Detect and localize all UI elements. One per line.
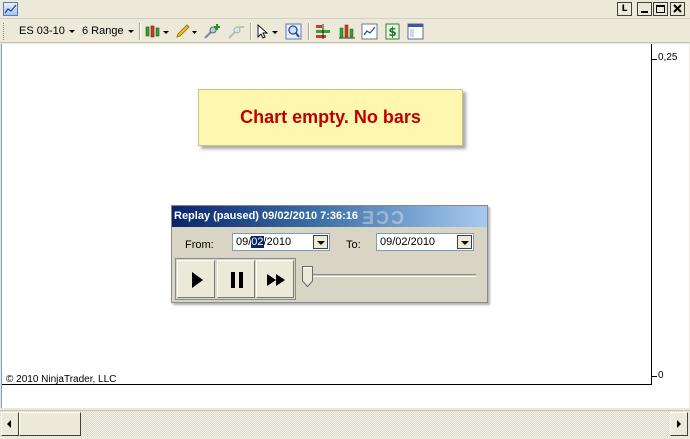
scroll-left-button[interactable] <box>1 412 19 436</box>
replay-title-bar[interactable]: Replay (paused) 09/02/2010 7:36:16 ƎϽϽ <box>172 206 487 227</box>
to-date-value: 09/02/2010 <box>380 236 436 248</box>
to-label: To: <box>346 239 361 251</box>
cursor-button[interactable] <box>255 23 281 40</box>
data-box-icon <box>361 23 378 40</box>
pause-button[interactable] <box>217 260 255 298</box>
add-indicator-button[interactable] <box>203 23 221 40</box>
minimize-icon <box>641 11 648 13</box>
properties-button[interactable] <box>407 23 425 40</box>
scrollbar-thumb[interactable] <box>19 412 81 436</box>
zoom-button[interactable] <box>285 23 303 40</box>
toolbar-separator <box>308 23 310 40</box>
chart-style-icon <box>145 25 169 38</box>
from-date-year: /2010 <box>263 236 292 248</box>
layout-button[interactable]: L <box>617 2 632 16</box>
y-axis-label-bottom: 0 <box>658 370 664 381</box>
chart-empty-message: Chart empty. No bars <box>198 89 463 146</box>
bars-icon <box>339 24 355 39</box>
replay-dialog: Replay (paused) 09/02/2010 7:36:16 ƎϽϽ F… <box>171 205 488 303</box>
copyright-text: © 2010 NinjaTrader, LLC <box>6 374 117 385</box>
from-date-selected-segment: 02 <box>251 236 264 248</box>
drawing-tool-button[interactable] <box>174 23 198 40</box>
horizontal-scrollbar[interactable] <box>0 410 690 437</box>
data-box-button[interactable] <box>361 23 379 40</box>
from-label: From: <box>185 239 214 251</box>
properties-icon <box>407 23 424 40</box>
dollar-button[interactable]: $ <box>384 23 402 40</box>
app-chart-icon <box>3 2 18 16</box>
pause-icon <box>231 272 243 288</box>
maximize-icon <box>656 5 665 13</box>
y-axis-label-top: 0,25 <box>658 52 678 63</box>
fast-forward-icon <box>267 274 285 286</box>
drawing-tool-icon <box>176 24 197 38</box>
bars-button[interactable] <box>338 23 356 40</box>
replay-title: Replay (paused) 09/02/2010 7:36:16 <box>174 210 359 222</box>
chart-toolbar: ES 03-10 6 Range $ <box>0 20 690 43</box>
instrument-dropdown-icon <box>69 30 75 33</box>
bar-type-dropdown-icon <box>128 30 134 33</box>
from-date-picker[interactable]: 09/02/2010 <box>232 233 330 251</box>
remove-indicator-icon <box>228 26 244 39</box>
maximize-button[interactable] <box>653 2 668 16</box>
play-icon <box>192 272 203 288</box>
zoom-icon <box>285 23 302 40</box>
replay-controls <box>175 258 296 300</box>
replay-speed-track[interactable] <box>306 274 476 277</box>
add-indicator-icon <box>204 24 220 39</box>
replay-speed-slider[interactable] <box>302 266 313 288</box>
slider-thumb-icon <box>302 266 313 288</box>
play-button[interactable] <box>177 260 215 298</box>
dollar-icon: $ <box>385 23 400 40</box>
y-axis-tick <box>652 376 657 377</box>
from-date-dropdown-icon[interactable] <box>313 235 328 249</box>
minimize-button[interactable] <box>637 2 652 16</box>
svg-text:$: $ <box>388 25 396 39</box>
remove-indicator-button[interactable] <box>227 23 245 40</box>
fast-forward-button[interactable] <box>256 260 294 298</box>
strategy-button[interactable] <box>314 23 332 40</box>
toolbar-separator <box>250 23 252 40</box>
to-date-picker[interactable]: 09/02/2010 <box>376 233 474 251</box>
cursor-icon <box>257 23 278 39</box>
y-axis-tick <box>652 59 657 60</box>
toolbar-separator <box>139 23 141 40</box>
close-button[interactable] <box>670 2 685 16</box>
instrument-label: ES 03-10 <box>19 25 65 37</box>
chart-style-button[interactable] <box>144 23 170 40</box>
close-icon <box>673 4 682 13</box>
from-date-month: 09/ <box>236 236 252 248</box>
bar-type-label: 6 Range <box>82 25 124 37</box>
title-watermark: ƎϽϽ <box>362 208 407 227</box>
strategy-icon <box>316 24 330 39</box>
to-date-dropdown-icon[interactable] <box>457 235 472 249</box>
toolbar-grip[interactable] <box>3 23 6 40</box>
scroll-right-button[interactable] <box>670 412 688 436</box>
window-titlebar: L <box>0 0 690 19</box>
